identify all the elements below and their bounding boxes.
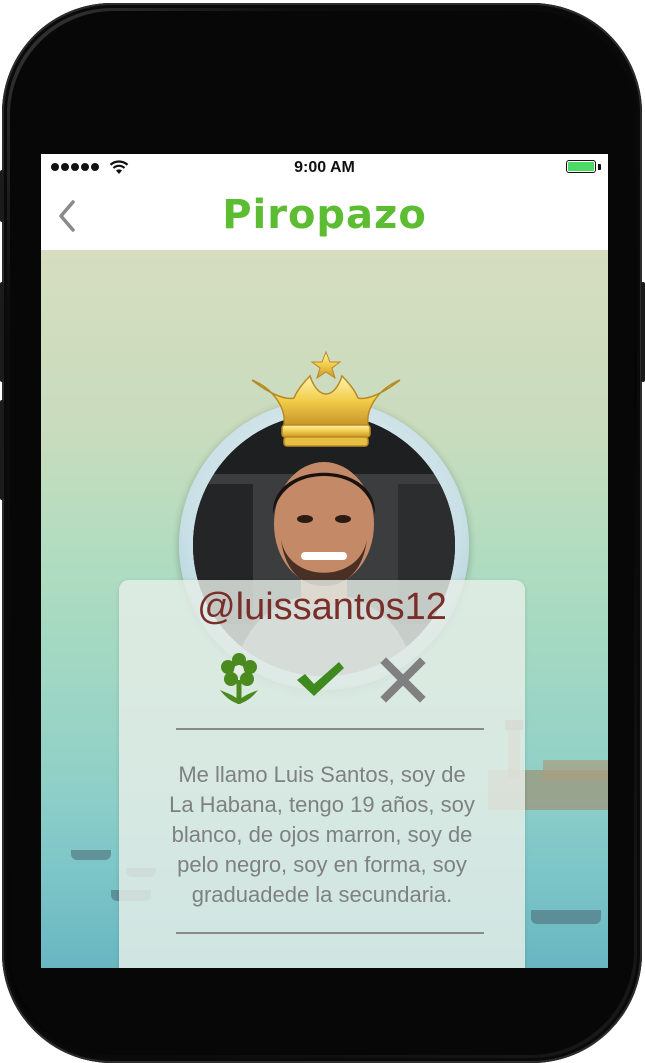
profile-content: @luissantos12 Me llamo Luis Santos, soy …	[41, 250, 608, 968]
checkmark-icon[interactable]	[295, 652, 345, 706]
divider	[176, 728, 484, 730]
background-boat	[531, 910, 601, 924]
profile-actions	[119, 652, 525, 706]
nav-bar: Piropazo	[41, 182, 608, 250]
mute-switch	[0, 170, 4, 222]
username: @luissantos12	[197, 586, 447, 628]
crown-icon	[251, 350, 401, 447]
status-bar: 9:00 AM	[41, 154, 608, 182]
power-button	[641, 282, 645, 382]
background-boat	[71, 850, 111, 860]
profile-bio: Me llamo Luis Santos, soy de La Habana, …	[169, 762, 475, 907]
battery-fill	[568, 162, 594, 171]
profile-card: @luissantos12 Me llamo Luis Santos, soy …	[119, 580, 525, 968]
app-logo: Piropazo	[222, 192, 427, 238]
divider	[176, 932, 484, 934]
battery-icon	[566, 160, 596, 173]
flower-icon[interactable]	[214, 652, 264, 706]
status-time: 9:00 AM	[294, 159, 355, 176]
close-icon[interactable]	[378, 652, 428, 706]
volume-up-button	[0, 282, 4, 382]
app-screen: 9:00 AM Piropazo @luissantos12 Me llamo …	[41, 154, 608, 968]
volume-down-button	[0, 400, 4, 500]
